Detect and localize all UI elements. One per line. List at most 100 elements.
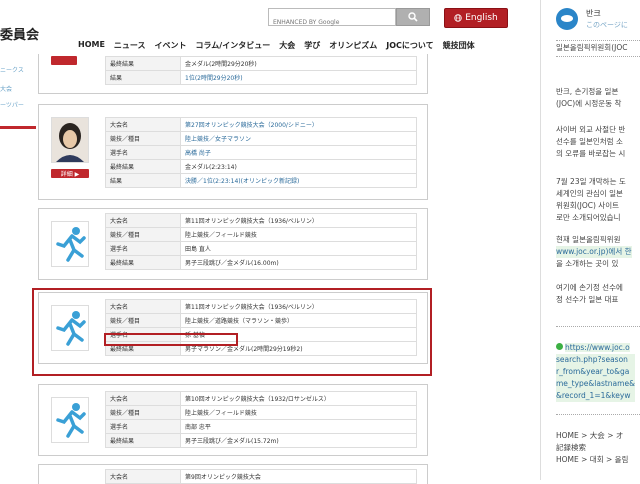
paragraph: 반크, 손기정을 일본 (JOC)에 시정운동 착 bbox=[556, 86, 621, 110]
field-value: 陸上競技／フィールド競技 bbox=[180, 227, 417, 242]
url-link[interactable]: &record_1=1&keyw bbox=[556, 390, 635, 402]
text-line: 의 오류를 바로잡는 시 bbox=[556, 149, 626, 158]
breadcrumb: 記録検索 bbox=[556, 443, 586, 452]
field-label: 最終結果 bbox=[105, 255, 181, 270]
url-block: https://www.joc.o search.php?season r_fr… bbox=[556, 342, 635, 402]
nav-home[interactable]: HOME bbox=[78, 40, 105, 51]
result-card: 最終結果 金メダル(2時間29分20秒) 結果 1位(2時間29分20秒) bbox=[38, 54, 428, 94]
nav-about-joc[interactable]: JOCについて bbox=[386, 40, 433, 51]
url-link[interactable]: me_type&lastname& bbox=[556, 378, 635, 390]
site-title[interactable]: 委員会 bbox=[0, 24, 39, 43]
search-input[interactable] bbox=[269, 14, 395, 31]
text-line: (JOC)에 시정운동 착 bbox=[556, 99, 622, 108]
divider bbox=[556, 40, 640, 41]
field-label: 競技／種目 bbox=[105, 227, 181, 242]
breadcrumb: HOME > 大会 > オ bbox=[556, 431, 624, 440]
result-link[interactable]: 決勝／1位(2:23:14)(オリンピック新記録) bbox=[185, 178, 299, 185]
result-card: 詳細 ▶ 大会名 第27回オリンピック競技大会（2000/シドニー） 競技／種目陸… bbox=[38, 104, 428, 200]
nav-federations[interactable]: 競技団体 bbox=[443, 40, 475, 51]
field-label: 競技／種目 bbox=[105, 405, 181, 420]
text-line: 반크, 손기정을 일본 bbox=[556, 87, 619, 96]
nav-column[interactable]: コラム/インタビュー bbox=[196, 40, 271, 51]
field-value: 陸上競技／フィールド競技 bbox=[180, 405, 417, 420]
panel-divider bbox=[540, 0, 541, 480]
field-label: 最終結果 bbox=[105, 56, 181, 71]
athlete-placeholder-icon bbox=[51, 397, 89, 443]
author-name[interactable]: 반크 bbox=[586, 8, 601, 19]
paragraph: 7월 23일 개막하는 도 세계인의 관심이 일본 위원회(JOC) 사이트 로… bbox=[556, 176, 626, 224]
field-label: 大会名 bbox=[105, 469, 181, 484]
result-card: 大会名 第9回オリンピック競技大会 bbox=[38, 464, 428, 484]
field-label: 結果 bbox=[105, 70, 181, 85]
name-highlight-box bbox=[104, 333, 238, 346]
left-link[interactable]: ニークス bbox=[0, 65, 24, 74]
search-box[interactable] bbox=[268, 8, 396, 31]
nav-games[interactable]: 大会 bbox=[279, 40, 295, 51]
field-label: 選手名 bbox=[105, 419, 181, 434]
search-button[interactable] bbox=[396, 8, 430, 26]
text-line: 현재 일본올림픽위원 bbox=[556, 235, 621, 244]
highlight-box bbox=[32, 288, 432, 376]
field-value: 南部 忠平 bbox=[180, 419, 417, 434]
left-link[interactable]: 大会 bbox=[0, 84, 12, 93]
text-line: 위원회(JOC) 사이트 bbox=[556, 201, 619, 210]
divider bbox=[556, 56, 640, 57]
text-line: 정 선수가 일본 대표 bbox=[556, 295, 619, 304]
text-line: www.joc.or.jp)에서 한 bbox=[556, 246, 632, 258]
field-label: 結果 bbox=[105, 173, 181, 188]
breadcrumb: HOME > 대회 > 올림 bbox=[556, 455, 629, 464]
field-value: 男子三段跳び／金メダル(16.00m) bbox=[180, 255, 417, 270]
result-table: 最終結果 金メダル(2時間29分20秒) 結果 1位(2時間29分20秒) bbox=[105, 56, 417, 85]
field-label: 選手名 bbox=[105, 145, 181, 160]
breadcrumb-block: HOME > 大会 > オ 記録検索 HOME > 대회 > 올림 bbox=[556, 430, 628, 466]
result-table: 大会名 第27回オリンピック競技大会（2000/シドニー） 競技／種目 陸上競技／女… bbox=[105, 117, 417, 188]
paragraph: 사이버 외교 사절단 반 선수를 일본인처럼 소 의 오류를 바로잡는 시 bbox=[556, 124, 625, 160]
text-line: 세계인의 관심이 일본 bbox=[556, 189, 623, 198]
field-value: 第10回オリンピック競技大会（1932/ロサンゼルス） bbox=[180, 391, 417, 406]
nav-olympism[interactable]: オリンピズム bbox=[329, 40, 377, 51]
paragraph: 현재 일본올림픽위원 www.joc.or.jp)에서 한 을 소개하는 곳이 … bbox=[556, 234, 632, 270]
divider bbox=[556, 326, 640, 327]
paragraph: 여기에 손기정 선수에 정 선수가 일본 대표 bbox=[556, 282, 623, 306]
result-link[interactable]: 1位(2時間29分20秒) bbox=[185, 75, 243, 82]
check-icon bbox=[556, 343, 563, 350]
text-line: 여기에 손기정 선수에 bbox=[556, 283, 623, 292]
event-link[interactable]: 陸上競技／女子マラソン bbox=[185, 136, 251, 143]
nav-news[interactable]: ニュース bbox=[114, 40, 146, 51]
field-label: 選手名 bbox=[105, 241, 181, 256]
detail-label: 詳細 ▶ bbox=[60, 171, 80, 178]
field-value: 第11回オリンピック競技大会（1936/ベルリン） bbox=[180, 213, 417, 228]
nav-events[interactable]: イベント bbox=[155, 40, 187, 51]
text-line: 7월 23일 개막하는 도 bbox=[556, 177, 626, 186]
text-line: 선수를 일본인처럼 소 bbox=[556, 137, 623, 146]
games-link[interactable]: 第27回オリンピック競技大会（2000/シドニー） bbox=[185, 122, 318, 129]
divider bbox=[556, 414, 640, 415]
english-button[interactable]: English bbox=[444, 8, 508, 28]
detail-button[interactable] bbox=[51, 56, 77, 65]
result-table: 大会名 第11回オリンピック競技大会（1936/ベルリン） 競技／種目 陸上競技／フ… bbox=[105, 213, 417, 270]
globe-icon bbox=[454, 14, 462, 22]
field-label: 大会名 bbox=[105, 117, 181, 132]
main-nav: HOME ニュース イベント コラム/インタビュー 大会 学び オリンピズム J… bbox=[78, 40, 518, 51]
url-link[interactable]: search.php?season bbox=[556, 354, 635, 366]
url-link[interactable]: https://www.joc.o bbox=[565, 343, 630, 352]
field-value: 男子三段跳び／金メダル(15.72m) bbox=[180, 433, 417, 448]
field-label: 大会名 bbox=[105, 213, 181, 228]
detail-button[interactable]: 詳細 ▶ bbox=[51, 169, 89, 178]
athlete-placeholder-icon bbox=[51, 221, 89, 267]
result-card: 大会名 第11回オリンピック競技大会（1936/ベルリン） 競技／種目 陸上競技／フ… bbox=[38, 208, 428, 280]
text-line: 을 소개하는 곳이 있 bbox=[556, 259, 619, 268]
left-link[interactable]: ーツパー bbox=[0, 100, 24, 109]
field-value: 田島 直人 bbox=[180, 241, 417, 256]
text-line: 일본올림픽위원회(JOC bbox=[556, 43, 628, 52]
athlete-link[interactable]: 高橋 尚子 bbox=[185, 150, 211, 157]
url-line[interactable]: https://www.joc.o bbox=[556, 342, 635, 354]
author-sub[interactable]: このページに bbox=[586, 20, 628, 30]
url-link[interactable]: r_from&year_to&ga bbox=[556, 366, 635, 378]
avatar[interactable] bbox=[556, 8, 578, 30]
english-label: English bbox=[465, 13, 498, 23]
field-label: 大会名 bbox=[105, 391, 181, 406]
result-card: 大会名 第10回オリンピック競技大会（1932/ロサンゼルス） 競技／種目 陸上競技… bbox=[38, 384, 428, 456]
field-label: 競技／種目 bbox=[105, 131, 181, 146]
nav-learn[interactable]: 学び bbox=[304, 40, 320, 51]
